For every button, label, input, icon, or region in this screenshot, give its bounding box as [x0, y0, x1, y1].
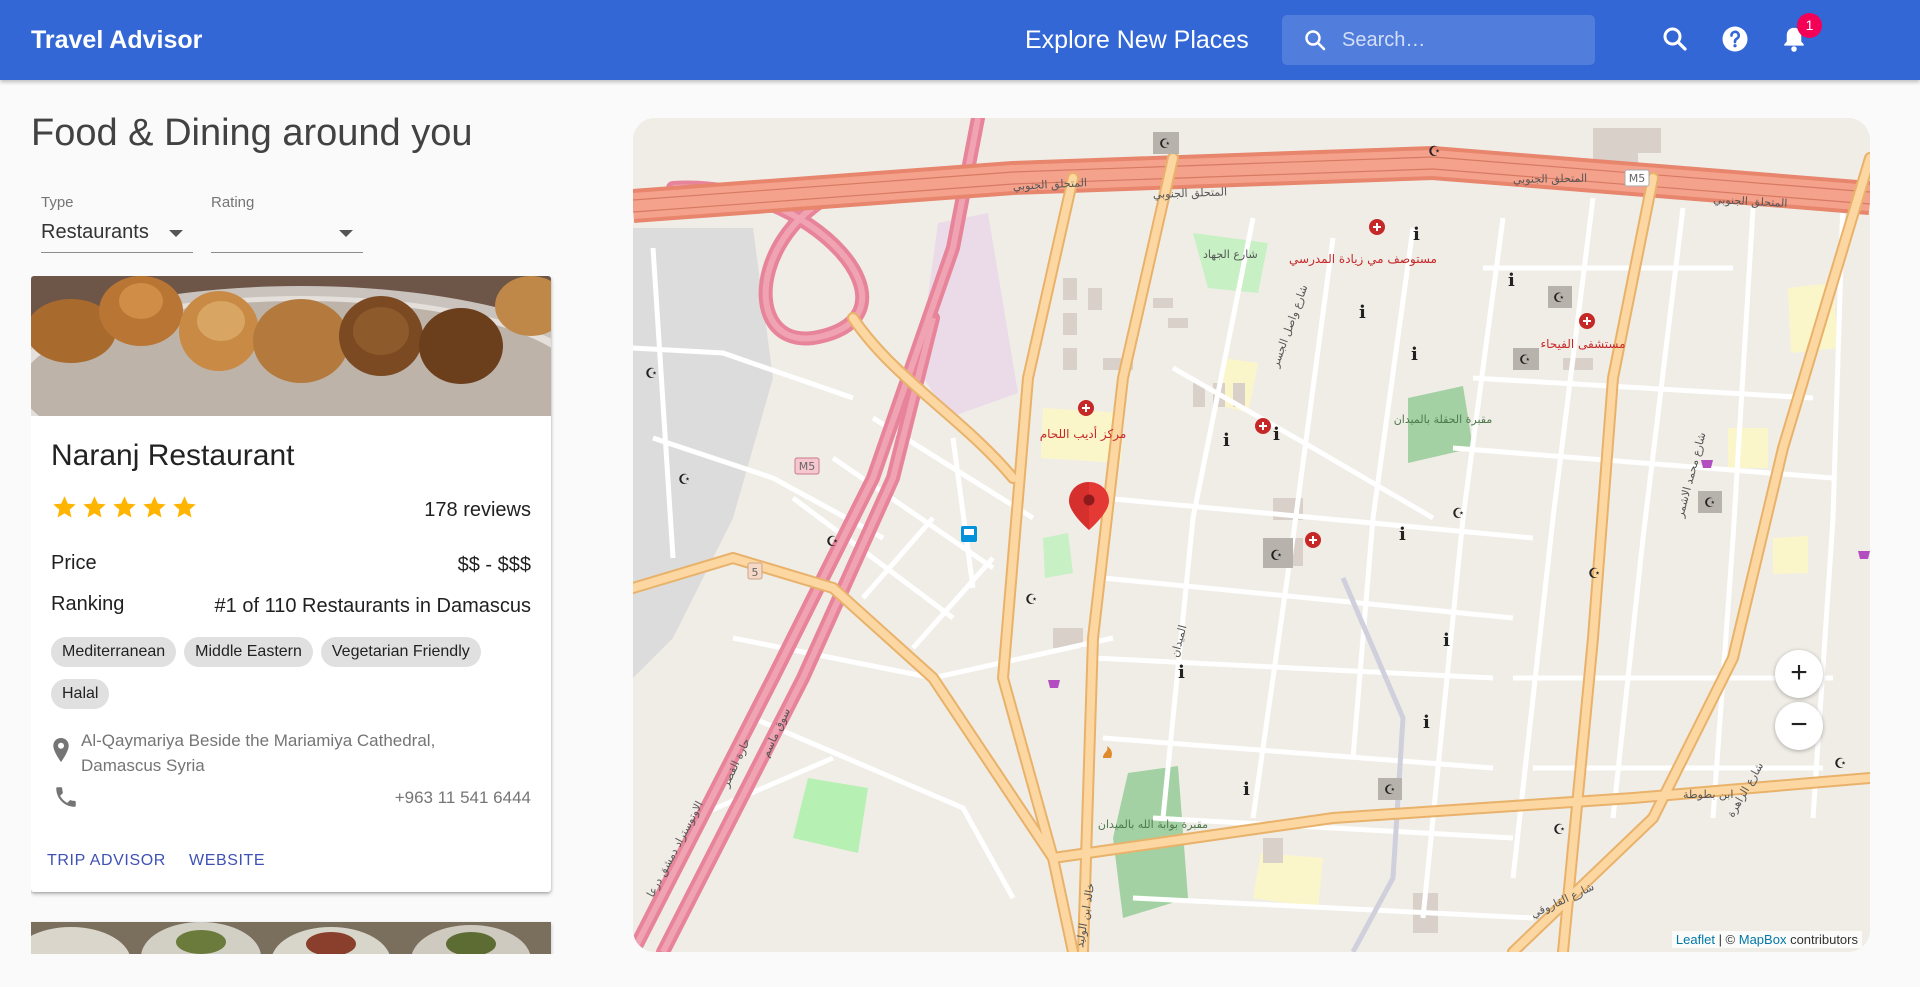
chevron-down-icon	[339, 230, 353, 237]
phone-icon	[56, 787, 76, 807]
star-icon	[113, 496, 136, 518]
search-icon[interactable]	[1660, 24, 1690, 54]
star-icon	[83, 496, 106, 518]
brand-title: Travel Advisor	[31, 26, 203, 54]
svg-text:☪: ☪	[1834, 756, 1847, 772]
svg-text:☪: ☪	[1270, 548, 1283, 564]
svg-text:☪: ☪	[826, 534, 839, 550]
map-label: المتحلق الجنوبي	[1513, 172, 1587, 187]
type-filter-label: Type	[41, 194, 74, 211]
mapbox-link[interactable]: MapBox	[1739, 932, 1787, 947]
attribution-separator: | ©	[1714, 932, 1739, 947]
rating-stars	[51, 494, 198, 521]
svg-text:i: i	[1443, 630, 1450, 651]
map-label: مقبرة الحقلة بالميدان	[1394, 413, 1493, 426]
price-value: $$ - $$$	[457, 554, 531, 576]
svg-text:☪: ☪	[1588, 566, 1601, 582]
svg-text:i: i	[1508, 270, 1515, 291]
svg-text:i: i	[1273, 424, 1280, 445]
cuisine-chip[interactable]: Vegetarian Friendly	[320, 637, 481, 667]
map-label: 5	[752, 566, 759, 579]
cuisine-chips: Mediterranean Middle Eastern Vegetarian …	[51, 637, 531, 709]
svg-text:i: i	[1399, 524, 1406, 545]
star-icon	[173, 496, 196, 518]
map-label: مقبرة بوابة الله بالميدان	[1098, 818, 1208, 831]
zoom-in-button[interactable]: +	[1775, 650, 1823, 698]
svg-text:i: i	[1178, 662, 1185, 683]
star-icon	[53, 496, 76, 518]
svg-text:☪: ☪	[1428, 144, 1441, 160]
map-tiles[interactable]: M5 M5 5 المتحلق الجنوبي المتحلق الجنوبي …	[633, 118, 1870, 952]
ranking-value: #1 of 110 Restaurants in Damascus	[214, 595, 531, 617]
svg-text:☪: ☪	[1452, 506, 1465, 522]
attribution-text: contributors	[1786, 932, 1858, 947]
svg-text:☪: ☪	[1553, 822, 1566, 838]
page-title: Food & Dining around you	[31, 112, 473, 154]
map-label: M5	[1629, 172, 1646, 185]
map-label: ابن بطوطة	[1683, 788, 1733, 801]
search-input[interactable]	[1342, 15, 1582, 65]
map-attribution: Leaflet | © MapBox contributors	[1671, 931, 1862, 948]
map-label: مستشفى الفيحاء	[1540, 337, 1625, 351]
svg-text:i: i	[1243, 779, 1250, 800]
help-icon[interactable]	[1720, 24, 1750, 54]
place-photo	[31, 276, 551, 416]
places-list[interactable]: Naranj Restaurant 178 reviews Price $$ -…	[31, 276, 586, 954]
place-photo	[31, 922, 551, 954]
svg-text:☪: ☪	[1159, 137, 1171, 152]
svg-text:☪: ☪	[1384, 783, 1396, 798]
website-link[interactable]: WEBSITE	[189, 852, 265, 870]
explore-label: Explore New Places	[1025, 26, 1249, 54]
type-select-value: Restaurants	[41, 221, 149, 243]
svg-text:☪: ☪	[645, 366, 658, 382]
place-phone: +963 11 541 6444	[394, 788, 531, 807]
svg-text:i: i	[1223, 430, 1230, 451]
place-card	[31, 922, 551, 954]
place-card: Naranj Restaurant 178 reviews Price $$ -…	[31, 276, 551, 892]
location-pin-icon	[53, 738, 69, 762]
map-label: شارع الجهاد	[1203, 248, 1258, 261]
svg-text:☪: ☪	[1704, 496, 1716, 511]
map-view[interactable]: M5 M5 5 المتحلق الجنوبي المتحلق الجنوبي …	[633, 118, 1870, 952]
svg-text:☪: ☪	[1519, 353, 1531, 368]
svg-text:i: i	[1423, 712, 1430, 733]
review-count: 178 reviews	[424, 499, 531, 521]
map-label: مستوصف مي زيادة المدرسي	[1289, 252, 1437, 267]
map-label: M5	[799, 460, 816, 473]
cuisine-chip[interactable]: Halal	[51, 679, 110, 709]
svg-text:☪: ☪	[1025, 592, 1038, 608]
map-label: مركز أديب اللحام	[1040, 426, 1127, 442]
star-icon	[143, 496, 166, 518]
svg-text:i: i	[1413, 224, 1420, 245]
cuisine-chip[interactable]: Middle Eastern	[184, 637, 313, 667]
rating-select[interactable]	[211, 218, 363, 253]
chevron-down-icon	[169, 230, 183, 237]
zoom-out-button[interactable]: −	[1775, 702, 1823, 750]
rating-filter-label: Rating	[211, 194, 255, 211]
price-label: Price	[51, 552, 97, 574]
place-name: Naranj Restaurant	[51, 439, 295, 472]
ranking-label: Ranking	[51, 593, 125, 615]
svg-text:☪: ☪	[678, 472, 691, 488]
svg-text:☪: ☪	[1553, 291, 1565, 306]
type-select[interactable]: Restaurants	[41, 218, 193, 253]
svg-text:i: i	[1359, 302, 1366, 323]
leaflet-link[interactable]: Leaflet	[1676, 932, 1715, 947]
app-bar: Travel Advisor Explore New Places 1	[0, 0, 1920, 80]
search-box[interactable]	[1282, 15, 1595, 65]
tripadvisor-link[interactable]: TRIP ADVISOR	[47, 852, 166, 870]
notification-badge: 1	[1797, 13, 1822, 38]
search-icon	[1305, 30, 1326, 51]
cuisine-chip[interactable]: Mediterranean	[51, 637, 177, 667]
svg-text:i: i	[1411, 344, 1418, 365]
place-address: Al-Qaymariya Beside the Mariamiya Cathed…	[81, 731, 436, 775]
